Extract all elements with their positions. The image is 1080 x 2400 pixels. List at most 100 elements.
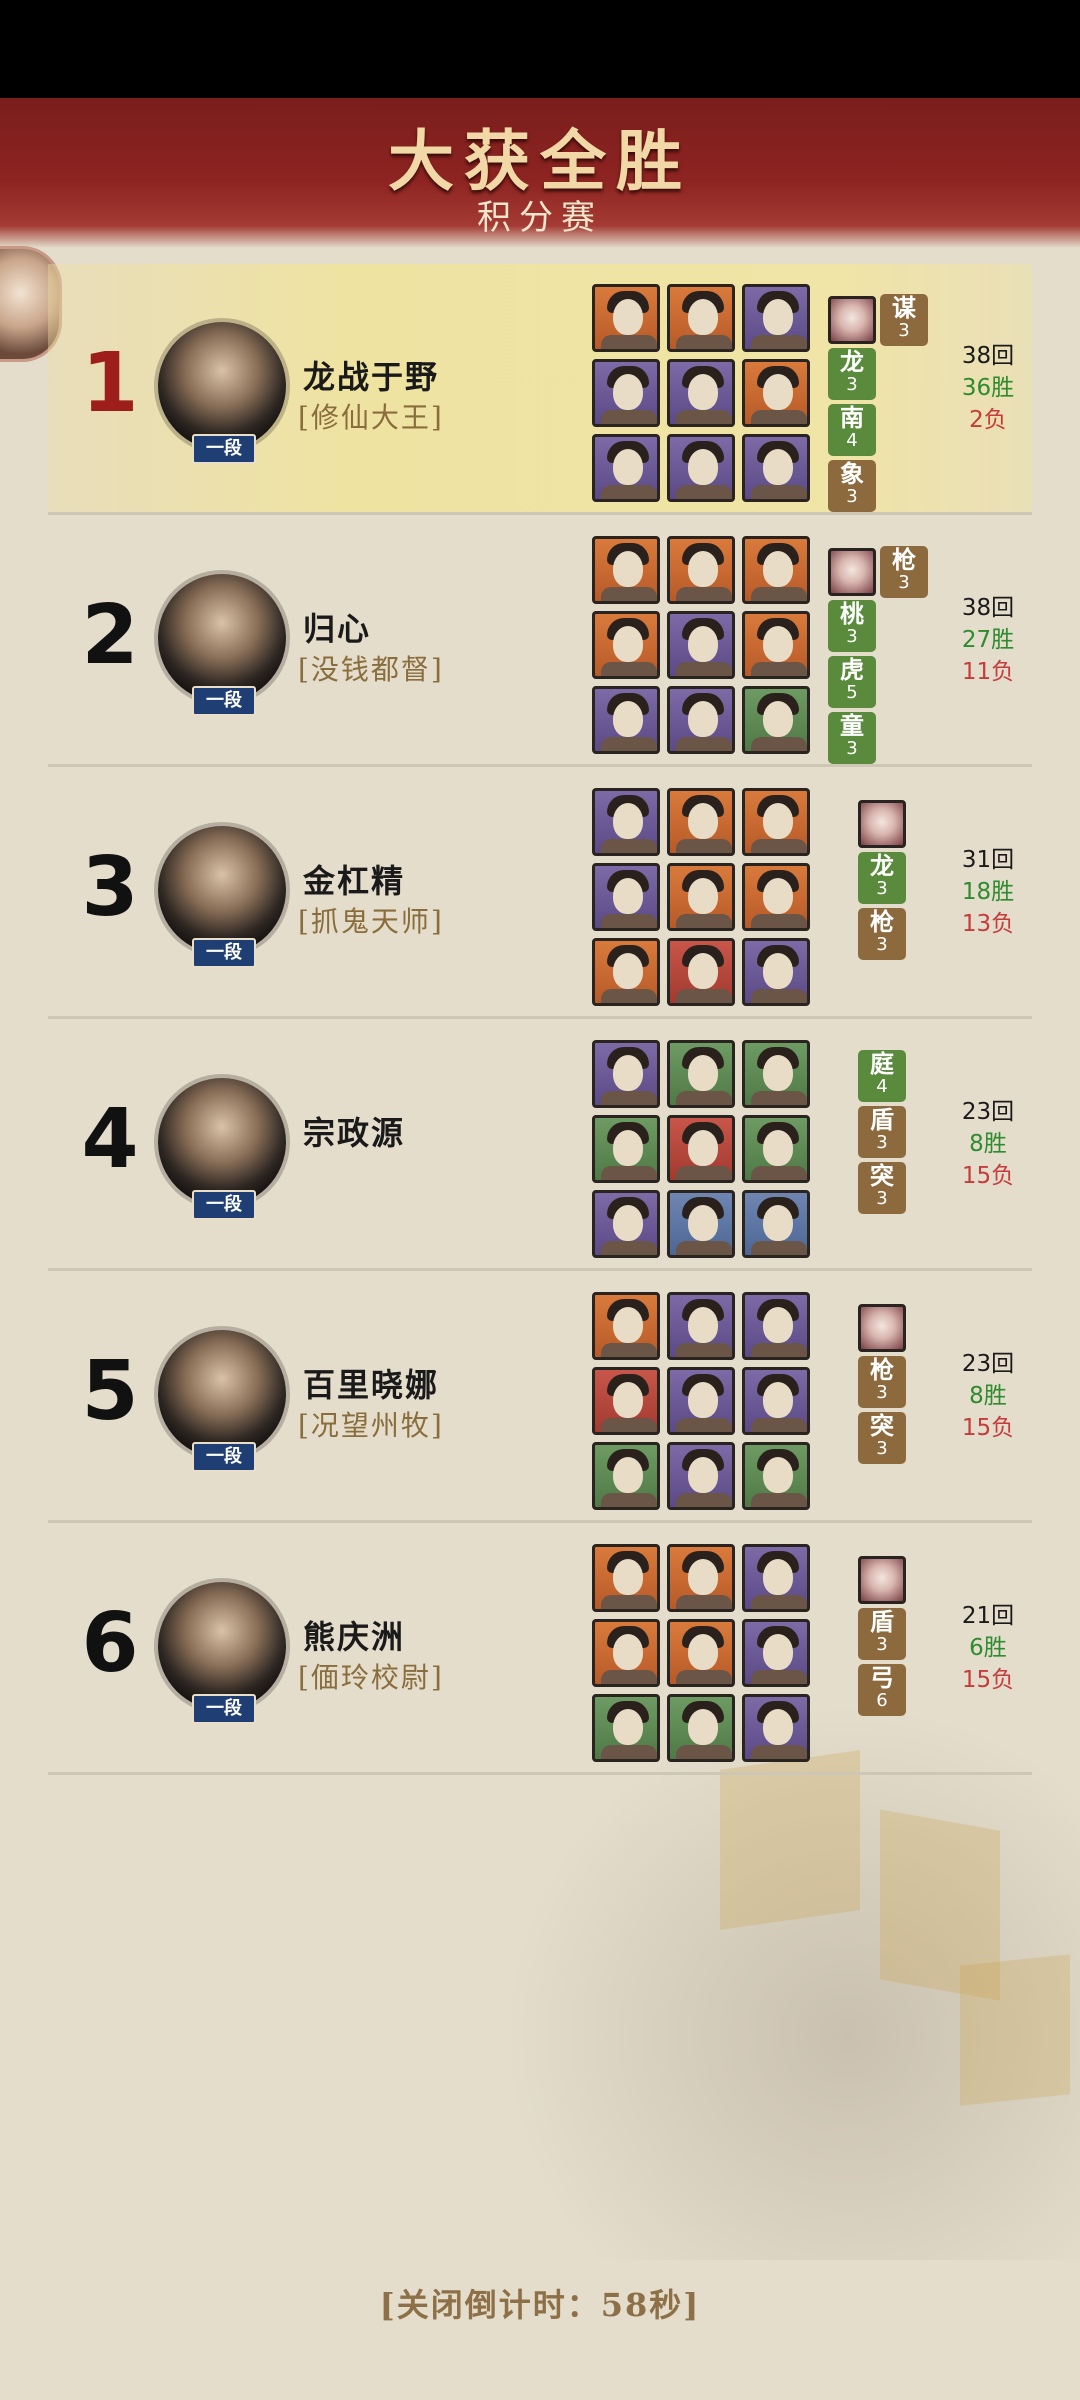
hero-portrait-icon[interactable] (592, 1694, 660, 1762)
hero-portrait-icon[interactable] (667, 1442, 735, 1510)
bond-tag-level: 3 (876, 1188, 888, 1209)
hero-portrait-icon[interactable] (667, 1115, 735, 1183)
hero-portrait-icon[interactable] (742, 1040, 810, 1108)
hero-portrait-icon[interactable] (667, 686, 735, 754)
rounds-count: 31回 (961, 847, 1015, 873)
hero-portrait-icon[interactable] (667, 1190, 735, 1258)
hero-portrait-icon[interactable] (592, 434, 660, 502)
leaderboard-row[interactable]: 3 一段 金杠精 [抓鬼天师] 龙 3 枪 3 31回 18胜 13负 (48, 768, 1032, 1019)
rounds-count: 38回 (961, 595, 1015, 621)
bond-tag-char: 枪 (870, 1355, 894, 1384)
player-avatar[interactable]: 一段 (158, 1330, 298, 1472)
bond-tag-level: 3 (876, 1438, 888, 1459)
player-avatar[interactable]: 一段 (158, 826, 298, 968)
hero-portrait-icon[interactable] (592, 1115, 660, 1183)
player-avatar[interactable]: 一段 (158, 1582, 298, 1724)
hero-portrait-icon[interactable] (592, 1040, 660, 1108)
bond-tag-char: 虎 (840, 655, 864, 684)
bond-tag-char: 弓 (870, 1663, 894, 1692)
hero-portrait-icon[interactable] (592, 284, 660, 352)
hero-portrait-icon[interactable] (667, 536, 735, 604)
hero-portrait-icon[interactable] (742, 1544, 810, 1612)
lord-portrait-icon[interactable] (828, 296, 876, 344)
hero-portrait-icon[interactable] (667, 359, 735, 427)
lord-portrait-icon[interactable] (858, 1556, 906, 1604)
hero-lineup-grid (592, 788, 814, 1010)
record-stats: 21回 6胜 15负 (948, 1600, 1028, 1696)
rank-number: 1 (81, 336, 139, 431)
row-divider (48, 512, 1032, 515)
hero-portrait-icon[interactable] (742, 788, 810, 856)
hero-portrait-icon[interactable] (592, 863, 660, 931)
hero-portrait-icon[interactable] (742, 1442, 810, 1510)
hero-portrait-icon[interactable] (667, 1544, 735, 1612)
lord-portrait-icon[interactable] (858, 800, 906, 848)
hero-portrait-icon[interactable] (742, 1367, 810, 1435)
bond-tag: 龙3 (858, 852, 906, 904)
bond-tag-char: 枪 (892, 545, 916, 574)
bond-tag-level: 4 (846, 430, 858, 451)
hero-portrait-icon[interactable] (742, 611, 810, 679)
hero-portrait-icon[interactable] (742, 284, 810, 352)
hero-portrait-icon[interactable] (667, 788, 735, 856)
hero-portrait-icon[interactable] (742, 1190, 810, 1258)
lord-portrait-icon[interactable] (858, 1304, 906, 1352)
bond-tag: 象3 (828, 460, 876, 512)
hero-portrait-icon[interactable] (592, 1442, 660, 1510)
hero-portrait-icon[interactable] (592, 1190, 660, 1258)
hero-portrait-icon[interactable] (742, 938, 810, 1006)
hero-portrait-icon[interactable] (742, 686, 810, 754)
rank-number: 3 (81, 840, 139, 935)
hero-portrait-icon[interactable] (592, 359, 660, 427)
hero-portrait-icon[interactable] (667, 938, 735, 1006)
hero-portrait-icon[interactable] (742, 863, 810, 931)
hero-portrait-icon[interactable] (667, 1367, 735, 1435)
hero-portrait-icon[interactable] (592, 1292, 660, 1360)
hero-portrait-icon[interactable] (667, 1292, 735, 1360)
hero-portrait-icon[interactable] (742, 359, 810, 427)
hero-portrait-icon[interactable] (667, 434, 735, 502)
hero-portrait-icon[interactable] (742, 1619, 810, 1687)
background-flag-icon (960, 1954, 1070, 2106)
bond-tag-level: 3 (876, 1634, 888, 1655)
hero-portrait-icon[interactable] (592, 611, 660, 679)
losses-count: 2负 (969, 407, 1007, 433)
player-title: [抓鬼天师] (298, 905, 444, 938)
hero-portrait-icon[interactable] (667, 863, 735, 931)
leaderboard-row[interactable]: 4 一段 宗政源庭 4 盾 3 突 3 23回 8胜 15负 (48, 1020, 1032, 1271)
hero-portrait-icon[interactable] (667, 284, 735, 352)
close-countdown: [关闭倒计时：58秒] (379, 2286, 701, 2324)
hero-portrait-icon[interactable] (592, 1367, 660, 1435)
avatar-portrait-icon (158, 1582, 286, 1710)
hero-lineup-grid (592, 536, 814, 758)
record-stats: 23回 8胜 15负 (948, 1348, 1028, 1444)
hero-portrait-icon[interactable] (592, 938, 660, 1006)
player-avatar[interactable]: 一段 (158, 322, 298, 464)
hero-portrait-icon[interactable] (592, 536, 660, 604)
leaderboard-row[interactable]: 6 一段 熊庆洲 [偭玲校尉] 盾 3 弓 6 21回 6胜 15负 (48, 1524, 1032, 1775)
hero-portrait-icon[interactable] (742, 536, 810, 604)
leaderboard-row[interactable]: 2 一段 归心 [没钱都督] 枪 3 桃 3 虎 5 童 3 38回 27胜 11负 (48, 516, 1032, 767)
hero-portrait-icon[interactable] (592, 686, 660, 754)
hero-portrait-icon[interactable] (592, 1544, 660, 1612)
hero-portrait-icon[interactable] (742, 434, 810, 502)
bond-tag-char: 庭 (870, 1049, 894, 1078)
record-stats: 38回 27胜 11负 (948, 592, 1028, 688)
hero-portrait-icon[interactable] (667, 1694, 735, 1762)
leaderboard-row[interactable]: 5 一段 百里晓娜 [况望州牧] 枪 3 突 3 23回 8胜 15负 (48, 1272, 1032, 1523)
hero-portrait-icon[interactable] (592, 1619, 660, 1687)
hero-portrait-icon[interactable] (742, 1115, 810, 1183)
player-avatar[interactable]: 一段 (158, 574, 298, 716)
leaderboard-row[interactable]: 1 一段 龙战于野 [修仙大王] 谋 3 龙 3 南 4 象 3 38回 36胜 2负 (48, 264, 1032, 515)
hero-portrait-icon[interactable] (592, 788, 660, 856)
hero-portrait-icon[interactable] (667, 1619, 735, 1687)
lord-portrait-icon[interactable] (828, 548, 876, 596)
hero-portrait-icon[interactable] (742, 1292, 810, 1360)
player-name: 龙战于野 (303, 358, 440, 396)
hero-lineup-grid (592, 1040, 814, 1262)
hero-portrait-icon[interactable] (667, 611, 735, 679)
hero-portrait-icon[interactable] (667, 1040, 735, 1108)
player-avatar[interactable]: 一段 (158, 1078, 298, 1220)
hero-portrait-icon[interactable] (742, 1694, 810, 1762)
hero-lineup-grid (592, 284, 814, 506)
